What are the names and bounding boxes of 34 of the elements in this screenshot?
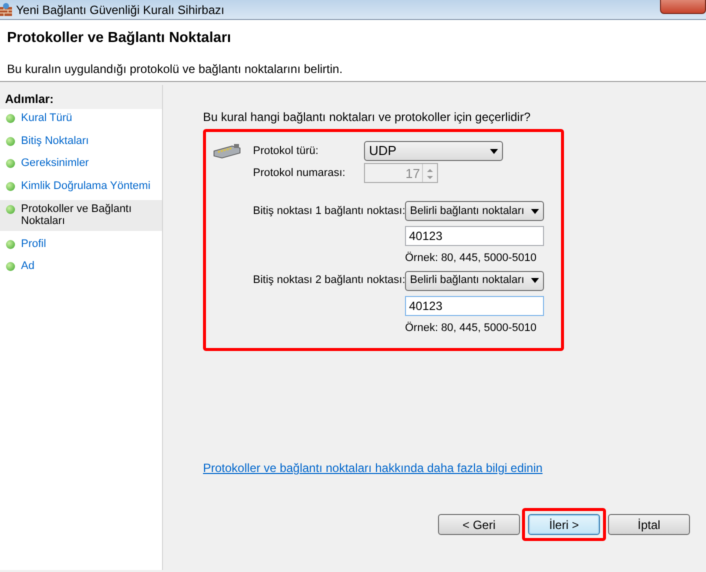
step-item[interactable]: Kimlik Doğrulama Yöntemi — [0, 176, 162, 196]
field-label: Protokol türü: — [253, 144, 320, 159]
step-label: Gereksinimler — [21, 157, 89, 170]
step-label: Kural Türü — [21, 112, 72, 125]
step-label: Profil — [21, 238, 46, 250]
step-label: Ad — [21, 260, 34, 274]
page-title: Protokoller ve Bağlantı Noktaları — [7, 29, 232, 48]
field-label: Protokol numarası: — [253, 166, 346, 181]
port-type-dropdown[interactable]: Belirli bağlantı noktaları — [405, 270, 544, 290]
step-item[interactable]: Bitiş Noktaları — [0, 132, 162, 150]
port-input[interactable]: 40123 — [405, 296, 544, 316]
field-label: Bitiş noktası 1 bağlantı noktası: — [253, 204, 405, 219]
example-text: Örnek: 80, 445, 5000-5010 — [405, 320, 538, 336]
protocol-type-dropdown[interactable]: UDP — [364, 141, 503, 161]
help-link[interactable]: Protokoller ve bağlantı noktaları hakkında daha fazla bilgi edinin — [203, 459, 543, 477]
step-item[interactable]: Profil — [0, 234, 162, 254]
step-item[interactable]: Protokoller ve Bağlantı Noktaları — [0, 200, 162, 231]
example-text: Örnek: 80, 445, 5000-5010 — [405, 250, 538, 266]
wizard-button[interactable]: İleri > — [528, 514, 600, 535]
window-title: Yeni Bağlantı Güvenliği Kuralı Sihirbazı — [16, 2, 224, 18]
page-subtitle: Bu kuralın uygulandığı protokolü ve bağlantı noktalarını belirtin. — [7, 60, 344, 78]
step-item[interactable]: Ad — [0, 257, 162, 276]
field-label: Bitiş noktası 2 bağlantı noktası: — [253, 273, 405, 288]
step-label: Bitiş Noktaları — [21, 134, 89, 148]
wizard-button[interactable]: İptal — [608, 514, 690, 535]
step-label: Kimlik Doğrulama Yöntemi — [21, 180, 150, 193]
step-label: Protokoller ve Bağlantı Noktaları — [21, 202, 133, 228]
steps-heading: Adımlar: — [0, 85, 162, 109]
port-type-dropdown[interactable]: Belirli bağlantı noktaları — [405, 201, 544, 221]
question-text: Bu kural hangi bağlantı noktaları ve protokoller için geçerlidir? — [203, 109, 532, 126]
step-item[interactable]: Kural Türü — [0, 109, 162, 128]
wizard-button[interactable]: < Geri — [438, 514, 520, 535]
step-item[interactable]: Gereksinimler — [0, 154, 162, 173]
port-input[interactable]: 40123 — [405, 226, 544, 246]
